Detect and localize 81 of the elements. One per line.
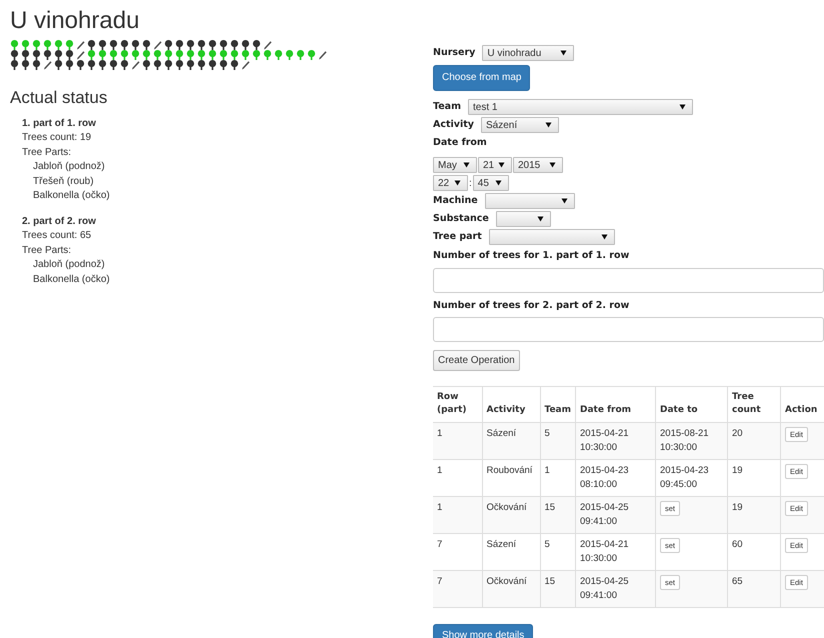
table-cell: 2015-04-25 09:41:00 bbox=[576, 570, 656, 608]
caret-icon bbox=[454, 180, 461, 186]
field-label: Tree part bbox=[433, 230, 482, 244]
choose-map-button[interactable]: Choose from map bbox=[433, 65, 530, 91]
section-heading: Actual status bbox=[10, 88, 108, 109]
column-header: Activity bbox=[482, 386, 540, 422]
tree-parts-label: Tree Parts: bbox=[22, 244, 72, 258]
page-title: U vinohradu bbox=[10, 8, 140, 34]
caret-icon bbox=[494, 180, 502, 186]
column-header: Date from bbox=[576, 386, 656, 422]
tree-part: Jabloň (podnož) bbox=[32, 160, 106, 174]
table-cell: Očkování bbox=[482, 570, 540, 608]
table-cell: 65 bbox=[728, 570, 780, 608]
time-separator: : bbox=[469, 176, 472, 191]
table-cell: 2015-04-25 09:41:00 bbox=[576, 496, 656, 534]
caret-icon bbox=[560, 198, 568, 204]
pencil-icon bbox=[76, 40, 85, 50]
table-cell: Očkování bbox=[482, 496, 540, 534]
tree-part: Třešeň (roub) bbox=[32, 174, 95, 189]
table-cell: 19 bbox=[728, 496, 780, 534]
select-field[interactable]: test 1 bbox=[468, 99, 693, 115]
show-details-button[interactable]: Show more details bbox=[433, 624, 534, 638]
select-field[interactable]: Sázení bbox=[480, 117, 559, 133]
pencil-icon bbox=[131, 60, 140, 70]
column-header: Tree count bbox=[728, 386, 780, 422]
table-cell: Sázení bbox=[482, 422, 540, 460]
field-label: Substance bbox=[433, 212, 489, 226]
tree-count: Trees count: 65 bbox=[22, 229, 92, 244]
table-cell: 15 bbox=[540, 496, 576, 534]
table-cell: 1 bbox=[433, 422, 482, 460]
field-label: Number of trees for 2. part of 2. row bbox=[433, 298, 630, 312]
table-cell: 5 bbox=[540, 422, 576, 460]
tree-count: Trees count: 19 bbox=[22, 131, 92, 146]
field-label: Team bbox=[433, 100, 461, 114]
pencil-icon bbox=[263, 40, 272, 50]
caret-icon bbox=[549, 162, 556, 168]
pencil-icon bbox=[241, 60, 250, 70]
part-title: 1. part of 1. row bbox=[22, 116, 97, 131]
caret-icon bbox=[678, 104, 686, 110]
tree-part: Balkonella (očko) bbox=[32, 272, 111, 287]
caret-icon bbox=[560, 50, 568, 56]
select-field[interactable]: 2015 bbox=[513, 157, 563, 174]
select-field[interactable]: 22 bbox=[433, 175, 468, 192]
tree-part: Jabloň (podnož) bbox=[32, 258, 106, 272]
field-label: Number of trees for 1. part of 1. row bbox=[433, 249, 630, 264]
field-label: Nursery bbox=[433, 46, 476, 60]
pencil-icon bbox=[76, 50, 85, 60]
field-label: Machine bbox=[433, 194, 478, 208]
create-operation-button[interactable]: Create Operation bbox=[433, 350, 520, 371]
table-cell: 7 bbox=[433, 570, 482, 608]
select-field[interactable]: U vinohradu bbox=[482, 45, 574, 61]
table-cell: 20 bbox=[728, 422, 780, 460]
caret-icon bbox=[463, 162, 470, 168]
caret-icon bbox=[544, 122, 552, 128]
tree-parts-label: Tree Parts: bbox=[22, 146, 72, 160]
field-label: Date from bbox=[433, 136, 488, 150]
table-cell: 2015-08-21 10:30:00 bbox=[656, 422, 728, 460]
number-input[interactable] bbox=[433, 268, 824, 292]
tree-part: Balkonella (očko) bbox=[32, 189, 111, 204]
column-header: Row (part) bbox=[433, 386, 482, 422]
table-cell: 2015-04-21 10:30:00 bbox=[576, 422, 656, 460]
select-field[interactable] bbox=[496, 211, 551, 228]
select-field[interactable]: May bbox=[433, 157, 477, 174]
caret-icon bbox=[536, 216, 544, 222]
column-header: Date to bbox=[656, 386, 728, 422]
pencil-icon bbox=[153, 40, 162, 50]
select-field[interactable]: 21 bbox=[478, 157, 512, 174]
pencil-icon bbox=[318, 50, 327, 60]
field-label: Activity bbox=[433, 118, 474, 132]
pencil-icon bbox=[43, 60, 52, 70]
caret-icon bbox=[498, 162, 505, 168]
table-cell: 1 bbox=[433, 496, 482, 534]
part-title: 2. part of 2. row bbox=[22, 214, 97, 229]
column-header: Team bbox=[540, 386, 576, 422]
number-input[interactable] bbox=[433, 316, 824, 342]
caret-icon bbox=[600, 234, 608, 240]
select-field[interactable] bbox=[484, 193, 575, 210]
select-field[interactable]: 45 bbox=[472, 175, 509, 192]
column-header: Action bbox=[780, 386, 824, 422]
select-field[interactable] bbox=[488, 229, 615, 246]
table-cell: 15 bbox=[540, 570, 576, 608]
